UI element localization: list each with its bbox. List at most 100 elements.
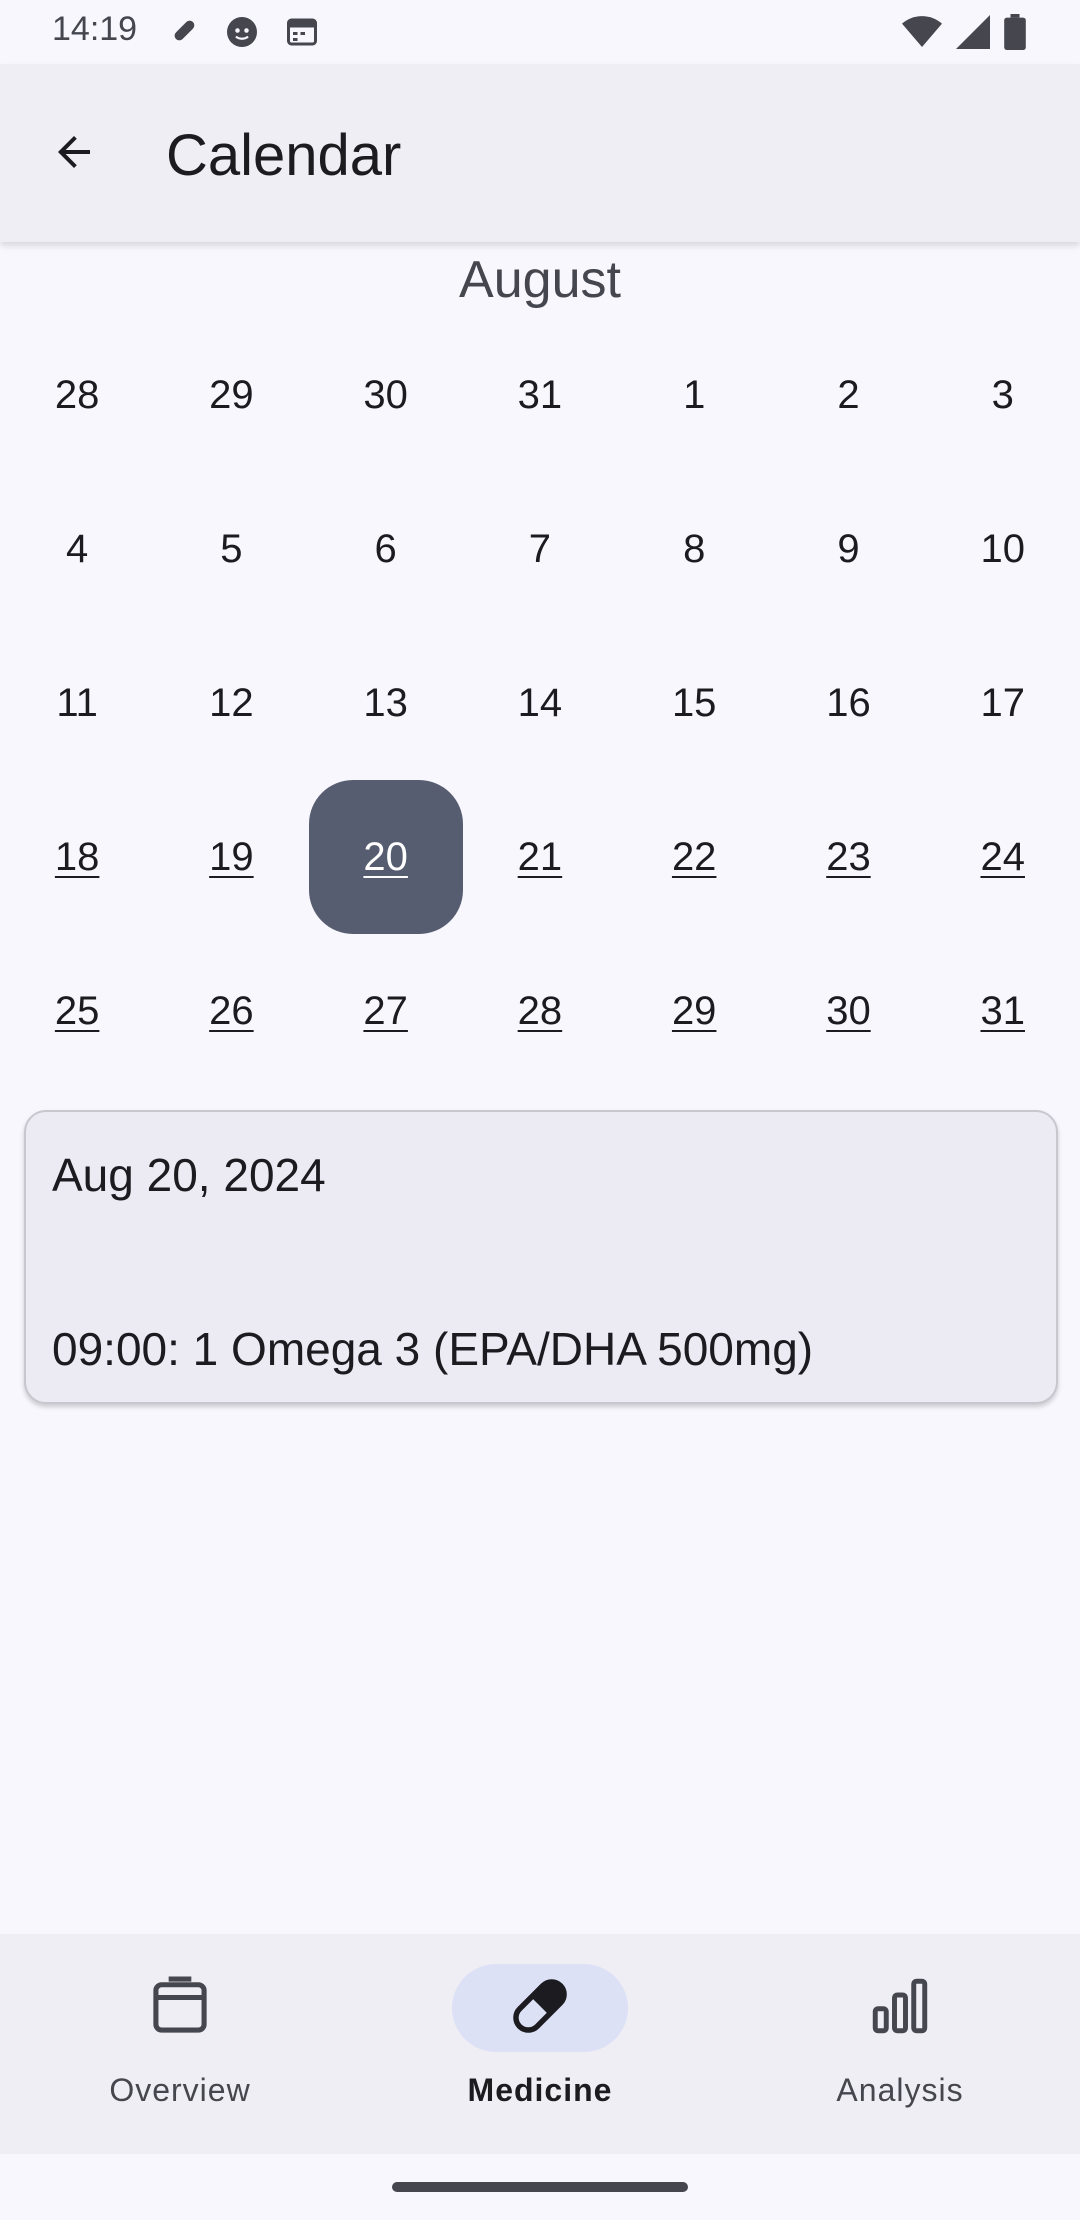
calendar-day-number: 31 bbox=[980, 988, 1025, 1033]
calendar-day-bubble: 28 bbox=[55, 373, 100, 418]
calendar-day-number: 18 bbox=[54, 834, 100, 879]
calendar-day[interactable]: 19 bbox=[154, 780, 308, 934]
nav-medicine[interactable]: Medicine bbox=[390, 1964, 690, 2134]
nav-overview-label: Overview bbox=[109, 2072, 251, 2108]
calendar-day-bubble: 2 bbox=[837, 373, 859, 418]
calendar-day-bubble: 24 bbox=[980, 835, 1025, 880]
calendar-day-number: 19 bbox=[209, 834, 254, 879]
pill-icon bbox=[168, 14, 200, 55]
calendar-day[interactable]: 12 bbox=[154, 626, 308, 780]
calendar-day[interactable]: 5 bbox=[154, 472, 308, 626]
calendar-day-number: 29 bbox=[671, 988, 717, 1033]
calendar-day[interactable]: 18 bbox=[0, 780, 154, 934]
calendar-day-number: 7 bbox=[528, 526, 552, 571]
calendar-day[interactable]: 25 bbox=[0, 934, 154, 1088]
calendar-day-bubble: 9 bbox=[837, 527, 859, 572]
calendar-day-bubble: 16 bbox=[826, 681, 871, 726]
status-notification-icons bbox=[168, 14, 320, 55]
calendar-day-bubble: 4 bbox=[66, 527, 88, 572]
calendar-day[interactable]: 29 bbox=[154, 318, 308, 472]
calendar-day-bubble: 31 bbox=[518, 373, 563, 418]
calendar-day[interactable]: 30 bbox=[771, 934, 925, 1088]
page-title: Calendar bbox=[166, 123, 402, 188]
calendar-day[interactable]: 17 bbox=[926, 626, 1080, 780]
calendar-day-bubble: 31 bbox=[980, 989, 1025, 1034]
top-app-bar: Calendar bbox=[0, 64, 1080, 242]
calendar-icon bbox=[284, 14, 320, 55]
calendar-day[interactable]: 14 bbox=[463, 626, 617, 780]
calendar-day-number: 13 bbox=[363, 680, 408, 725]
calendar-day[interactable]: 15 bbox=[617, 626, 771, 780]
calendar-day-bubble: 5 bbox=[220, 527, 242, 572]
calendar-day-bubble: 21 bbox=[518, 835, 563, 880]
nav-medicine-label: Medicine bbox=[467, 2072, 613, 2108]
smiley-icon bbox=[224, 14, 260, 55]
wifi-icon bbox=[902, 15, 942, 54]
calendar-day[interactable]: 3 bbox=[926, 318, 1080, 472]
calendar-day-number: 24 bbox=[980, 834, 1025, 879]
calendar-day[interactable]: 1 bbox=[617, 318, 771, 472]
calendar-day-bubble: 19 bbox=[209, 835, 254, 880]
nav-analysis[interactable]: Analysis bbox=[750, 1964, 1050, 2134]
calendar-day[interactable]: 28 bbox=[463, 934, 617, 1088]
calendar-day-bubble: 11 bbox=[56, 681, 98, 726]
calendar-day-number: 11 bbox=[56, 680, 98, 725]
calendar-day[interactable]: 26 bbox=[154, 934, 308, 1088]
calendar-day[interactable]: 21 bbox=[463, 780, 617, 934]
calendar-day-number: 4 bbox=[66, 526, 89, 571]
calendar-day-bubble: 6 bbox=[375, 527, 397, 572]
calendar-day-bubble: 29 bbox=[672, 989, 717, 1034]
calendar-day[interactable]: 8 bbox=[617, 472, 771, 626]
status-bar: 14:19 bbox=[0, 0, 1080, 64]
calendar-day-number: 2 bbox=[837, 372, 860, 417]
calendar-day[interactable]: 24 bbox=[926, 780, 1080, 934]
calendar-day-number: 31 bbox=[517, 372, 563, 417]
arrow-back-icon bbox=[50, 128, 98, 181]
calendar-day-number: 30 bbox=[826, 988, 871, 1033]
calendar-day-bubble: 28 bbox=[518, 989, 563, 1034]
calendar-day-number: 30 bbox=[363, 372, 408, 417]
calendar-day-bubble: 13 bbox=[363, 681, 408, 726]
calendar-day-bubble: 18 bbox=[55, 835, 100, 880]
calendar-day-bubble: 23 bbox=[826, 835, 871, 880]
calendar-day-bubble: 14 bbox=[518, 681, 563, 726]
calendar-day[interactable]: 16 bbox=[771, 626, 925, 780]
calendar-grid: 28 29 30 31 1 2 3 4 5 6 7 8 9 10 11 12 13 14 15 16 17 18 19 20 2… bbox=[0, 318, 1080, 1088]
calendar-day[interactable]: 6 bbox=[309, 472, 463, 626]
calendar-day[interactable]: 23 bbox=[771, 780, 925, 934]
calendar-day[interactable]: 10 bbox=[926, 472, 1080, 626]
nav-overview-indicator bbox=[92, 1964, 268, 2052]
nav-overview[interactable]: Overview bbox=[30, 1964, 330, 2134]
calendar-day[interactable]: 2 bbox=[771, 318, 925, 472]
back-button[interactable] bbox=[40, 120, 108, 188]
calendar-day[interactable]: 4 bbox=[0, 472, 154, 626]
calendar-day-bubble: 8 bbox=[683, 527, 705, 572]
calendar-day[interactable]: 27 bbox=[309, 934, 463, 1088]
calendar-day-selected[interactable]: 20 bbox=[308, 780, 463, 934]
day-detail-card: Aug 20, 2024 09:00: 1 Omega 3 (EPA/DHA 5… bbox=[24, 1110, 1058, 1404]
calendar-day-number: 20 bbox=[363, 834, 408, 879]
calendar-day[interactable]: 7 bbox=[463, 472, 617, 626]
calendar-day[interactable]: 13 bbox=[309, 626, 463, 780]
calendar-day[interactable]: 31 bbox=[463, 318, 617, 472]
calendar-day[interactable]: 31 bbox=[926, 934, 1080, 1088]
calendar-day-bubble: 12 bbox=[209, 681, 254, 726]
calendar-day-number: 28 bbox=[517, 988, 563, 1033]
medication-entry: 09:00: 1 Omega 3 (EPA/DHA 500mg) bbox=[52, 1323, 814, 1375]
calendar-day[interactable]: 29 bbox=[617, 934, 771, 1088]
bar-chart-icon bbox=[867, 1973, 933, 2044]
calendar-day[interactable]: 9 bbox=[771, 472, 925, 626]
calendar-day[interactable]: 22 bbox=[617, 780, 771, 934]
calendar-day[interactable]: 11 bbox=[0, 626, 154, 780]
calendar-day-number: 22 bbox=[671, 834, 717, 879]
nav-medicine-indicator bbox=[452, 1964, 628, 2052]
calendar-day[interactable]: 28 bbox=[0, 318, 154, 472]
calendar-day-number: 12 bbox=[209, 680, 254, 725]
calendar-day-number: 25 bbox=[54, 988, 100, 1033]
calendar-day-bubble: 10 bbox=[980, 527, 1025, 572]
calendar-day[interactable]: 30 bbox=[309, 318, 463, 472]
calendar-day-bubble: 30 bbox=[826, 989, 871, 1034]
calendar-day-bubble: 17 bbox=[980, 681, 1025, 726]
calendar-day-bubble: 1 bbox=[683, 373, 705, 418]
calendar-day-bubble: 20 bbox=[308, 780, 463, 934]
